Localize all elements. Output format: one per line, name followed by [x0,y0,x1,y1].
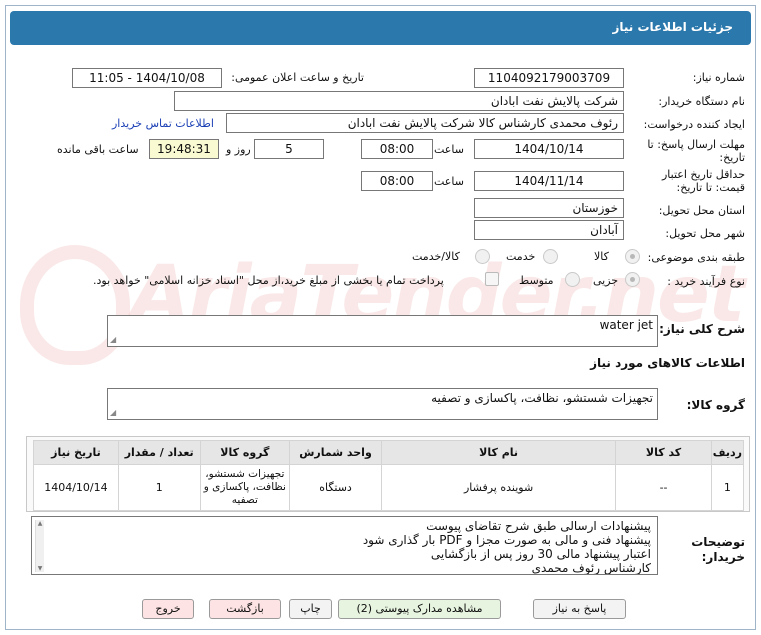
page-title: جزئیات اطلاعات نیاز [612,20,733,34]
col-header-name: نام کالا [380,440,617,465]
remaining-time-field: 19:48:31 [149,139,219,159]
price-validity-label-2: قیمت: تا تاریخ: [676,181,745,194]
category-radio-goods-service[interactable] [475,249,490,264]
city-label: شهر محل تحویل: [665,227,745,240]
requester-field: رئوف محمدی کارشناس کالا شرکت پالایش نفت … [226,113,624,133]
category-radio-goods[interactable] [625,249,640,264]
reply-deadline-label-2: تاریخ: [719,151,745,164]
purchase-radio-medium[interactable] [565,272,580,287]
cell-date: 1404/10/14 [33,464,119,511]
col-header-row-number: ردیف [710,440,745,465]
buyer-notes-field: پیشنهادات ارسالی طبق شرح تقاضای پیوست پی… [31,516,658,575]
validity-time-field: 08:00 [361,171,433,191]
reply-time-label: ساعت [434,143,464,156]
exit-button[interactable]: خروج [142,599,194,619]
reply-time-field: 08:00 [361,139,433,159]
buyer-notes-label-1: توضیحات [691,535,745,549]
treasury-note: پرداخت تمام یا بخشی از مبلغ خرید،از محل … [93,274,444,287]
remaining-label: ساعت باقی مانده [57,143,139,156]
buyer-note-line: اعتبار پیشنهاد مالی 30 روز پس از بازگشای… [430,547,651,561]
table-header-row: ردیف کد کالا نام کالا واحد شمارش گروه کا… [33,440,745,465]
province-field: خوزستان [474,198,624,218]
reply-deadline-label-1: مهلت ارسال پاسخ: تا [647,138,745,151]
category-label: طبقه بندی موضوعی: [647,251,745,264]
province-label: استان محل تحویل: [658,204,745,217]
buyer-org-label: نام دستگاه خریدار: [658,95,745,108]
cell-group: تجهیزات شستشو، نظافت، پاکسازی و تصفیه [199,464,291,511]
need-summary-label: شرح کلی نیاز: [659,322,745,336]
col-header-quantity: تعداد / مقدار [117,440,201,465]
watermark-logo [20,245,130,365]
cell-unit: دستگاه [289,464,382,511]
buyer-org-field: شرکت پالایش نفت ابادان [174,91,624,111]
resize-handle-icon[interactable]: ◢ [110,408,116,417]
need-summary-text: water jet [599,318,653,332]
col-header-group: گروه کالا [199,440,291,465]
goods-group-label: گروه کالا: [686,398,745,412]
print-button[interactable]: چاپ [289,599,332,619]
items-table: ردیف کد کالا نام کالا واحد شمارش گروه کا… [33,440,745,511]
purchase-option-minor: جزیی [593,274,619,287]
need-summary-field: water jet ◢ [107,315,658,347]
reply-days-field: 5 [254,139,324,159]
buyer-note-line: کارشناس رئوف محمدی [531,561,651,575]
scroll-down-icon[interactable]: ▼ [36,565,44,572]
category-option-service: خدمت [506,250,536,263]
resize-handle-icon[interactable]: ◢ [110,335,116,344]
scroll-up-icon[interactable]: ▲ [36,520,44,527]
buyer-contact-link[interactable]: اطلاعات تماس خریدار [112,117,214,130]
validity-date-field: 1404/11/14 [474,171,624,191]
need-number-field: 1104092179003709 [474,68,624,88]
need-number-label: شماره نیاز: [692,71,745,84]
announce-datetime-field: 1404/10/08 - 11:05 [72,68,222,88]
purchase-type-label: نوع فرآیند خرید : [667,275,745,288]
cell-name: شوینده پرفشار [380,464,617,511]
back-button[interactable]: بازگشت [209,599,281,619]
price-validity-label-1: حداقل تاریخ اعتبار [661,168,745,181]
category-option-goods-service: کالا/خدمت [412,250,460,263]
buyer-note-line: پیشنهاد فنی و مالی به صورت مجزا و PDF با… [362,533,651,547]
table-row[interactable]: 1 -- شوینده پرفشار دستگاه تجهیزات شستشو،… [33,464,745,511]
reply-date-field: 1404/10/14 [474,139,624,159]
purchase-radio-minor[interactable] [625,272,640,287]
buyer-note-line: پیشنهادات ارسالی طبق شرح تقاضای پیوست [426,519,651,533]
announce-datetime-label: تاریخ و ساعت اعلان عمومی: [231,71,364,84]
cell-code: -- [615,464,712,511]
col-header-unit: واحد شمارش [289,440,382,465]
city-field: آبادان [474,220,624,240]
notes-scrollbar[interactable]: ▲ ▼ [35,520,44,572]
goods-info-heading: اطلاعات کالاهای مورد نیاز [590,356,745,370]
buyer-notes-label-2: خریدار: [701,550,745,564]
purchase-option-medium: متوسط [519,274,554,287]
treasury-checkbox[interactable] [485,272,499,286]
days-and-label: روز و [226,143,251,156]
reply-button[interactable]: پاسخ به نیاز [533,599,626,619]
goods-group-field: تجهیزات شستشو، نظافت، پاکسازی و تصفیه ◢ [107,388,658,420]
cell-quantity: 1 [117,464,201,511]
category-radio-service[interactable] [543,249,558,264]
col-header-code: کد کالا [615,440,712,465]
view-attachments-button[interactable]: مشاهده مدارک پیوستی (2) [338,599,501,619]
validity-time-label: ساعت [434,175,464,188]
requester-label: ایجاد کننده درخواست: [643,118,745,131]
title-bar: جزئیات اطلاعات نیاز [10,11,751,45]
goods-group-text: تجهیزات شستشو، نظافت، پاکسازی و تصفیه [431,391,653,405]
category-option-goods: کالا [594,250,609,263]
cell-row-number: 1 [710,464,745,511]
col-header-date: تاریخ نیاز [33,440,119,465]
